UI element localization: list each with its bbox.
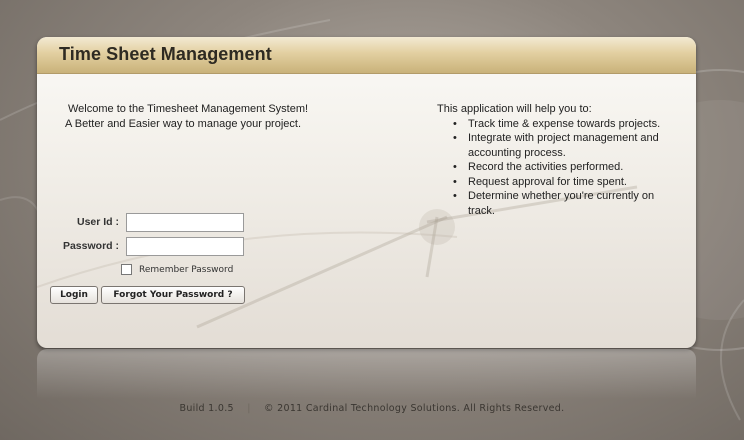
welcome-line-1: Welcome to the Timesheet Management Syst… xyxy=(68,103,309,115)
user-id-label: User Id : xyxy=(76,216,119,228)
login-panel: Time Sheet Management Welcome to the Tim… xyxy=(37,37,696,348)
welcome-text: Welcome to the Timesheet Management Syst… xyxy=(65,102,308,132)
password-row: Password : xyxy=(37,237,119,257)
features-section: This application will help you to: Track… xyxy=(437,102,677,218)
remember-password-checkbox[interactable] xyxy=(121,264,132,275)
feature-item: Record the activities performed. xyxy=(453,160,677,175)
copyright-text: © 2011 Cardinal Technology Solutions. Al… xyxy=(264,403,565,414)
login-button[interactable]: Login xyxy=(50,286,98,304)
feature-item: Track time & expense towards projects. xyxy=(453,117,677,132)
page-title: Time Sheet Management xyxy=(59,44,272,64)
user-id-input[interactable] xyxy=(126,213,244,232)
welcome-line-2: A Better and Easier way to manage your p… xyxy=(65,118,302,130)
remember-password-label: Remember Password xyxy=(139,264,234,275)
build-version: Build 1.0.5 xyxy=(179,403,234,414)
feature-item: Integrate with project management and ac… xyxy=(453,131,677,160)
features-list: Track time & expense towards projects. I… xyxy=(437,117,677,219)
password-label: Password : xyxy=(62,240,119,252)
features-intro: This application will help you to: xyxy=(437,103,592,115)
footer-separator: | xyxy=(247,403,251,414)
panel-header: Time Sheet Management xyxy=(37,37,696,74)
user-id-row: User Id : xyxy=(37,213,119,233)
forgot-password-button[interactable]: Forgot Your Password ? xyxy=(101,286,245,304)
feature-item: Determine whether you're currently on tr… xyxy=(453,189,677,218)
password-input[interactable] xyxy=(126,237,244,256)
panel-reflection xyxy=(37,349,696,399)
footer: Build 1.0.5 | © 2011 Cardinal Technology… xyxy=(0,403,744,414)
feature-item: Request approval for time spent. xyxy=(453,175,677,190)
remember-password[interactable]: Remember Password xyxy=(121,264,233,275)
